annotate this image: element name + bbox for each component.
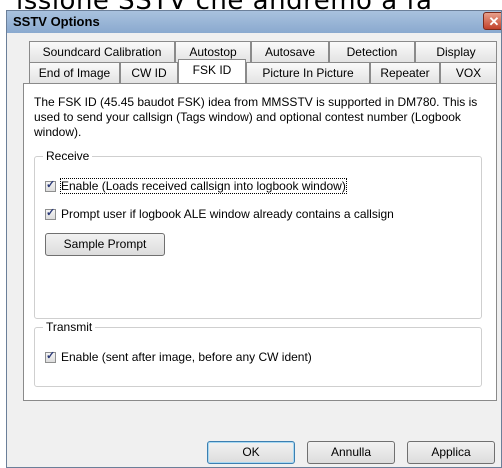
fsk-id-panel: The FSK ID (45.45 baudot FSK) idea from … bbox=[23, 83, 497, 401]
apply-button[interactable]: Applica bbox=[407, 441, 495, 464]
tab-detection[interactable]: Detection bbox=[329, 41, 415, 62]
transmit-legend: Transmit bbox=[43, 320, 96, 334]
ok-button[interactable]: OK bbox=[207, 441, 295, 464]
title-bar[interactable]: SSTV Options ✕ bbox=[7, 11, 501, 33]
checkmark-icon: ✓ bbox=[46, 179, 56, 191]
prompt-user-checkbox[interactable]: ✓ Prompt user if logbook ALE window alrea… bbox=[45, 207, 394, 221]
transmit-enable-checkbox[interactable]: ✓ Enable (sent after image, before any CW… bbox=[45, 350, 312, 364]
sample-prompt-button[interactable]: Sample Prompt bbox=[45, 233, 165, 256]
sstv-options-dialog: SSTV Options ✕ Soundcard Calibration Aut… bbox=[6, 10, 502, 468]
tab-display[interactable]: Display bbox=[415, 41, 497, 62]
checkbox-icon: ✓ bbox=[45, 207, 56, 220]
cancel-button[interactable]: Annulla bbox=[307, 441, 395, 464]
transmit-group: Transmit ✓ Enable (sent after image, befo… bbox=[34, 320, 482, 387]
tab-fsk-id[interactable]: FSK ID bbox=[178, 59, 246, 83]
receive-legend: Receive bbox=[43, 149, 93, 163]
tab-cw-id[interactable]: CW ID bbox=[120, 62, 178, 83]
prompt-user-label: Prompt user if logbook ALE window alread… bbox=[61, 207, 394, 221]
receive-enable-label: Enable (Loads received callsign into log… bbox=[60, 178, 347, 194]
tab-autosave[interactable]: Autosave bbox=[251, 41, 329, 62]
transmit-enable-label: Enable (sent after image, before any CW … bbox=[61, 350, 312, 364]
tab-soundcard-calibration[interactable]: Soundcard Calibration bbox=[29, 41, 175, 62]
tab-picture-in-picture[interactable]: Picture In Picture bbox=[246, 62, 370, 83]
tab-repeater[interactable]: Repeater bbox=[370, 62, 440, 83]
receive-enable-checkbox[interactable]: ✓ Enable (Loads received callsign into lo… bbox=[45, 178, 347, 194]
checkbox-icon: ✓ bbox=[45, 179, 56, 192]
window-title: SSTV Options bbox=[13, 14, 100, 29]
fsk-id-description: The FSK ID (45.45 baudot FSK) idea from … bbox=[34, 95, 478, 139]
close-button[interactable]: ✕ bbox=[483, 12, 501, 30]
tab-vox[interactable]: VOX bbox=[440, 62, 497, 83]
checkmark-icon: ✓ bbox=[46, 207, 56, 219]
checkbox-icon: ✓ bbox=[45, 350, 56, 363]
tab-end-of-image[interactable]: End of Image bbox=[29, 62, 120, 83]
checkmark-icon: ✓ bbox=[46, 350, 56, 362]
receive-group: Receive ✓ Enable (Loads received callsign… bbox=[34, 149, 482, 319]
close-icon: ✕ bbox=[488, 14, 500, 29]
